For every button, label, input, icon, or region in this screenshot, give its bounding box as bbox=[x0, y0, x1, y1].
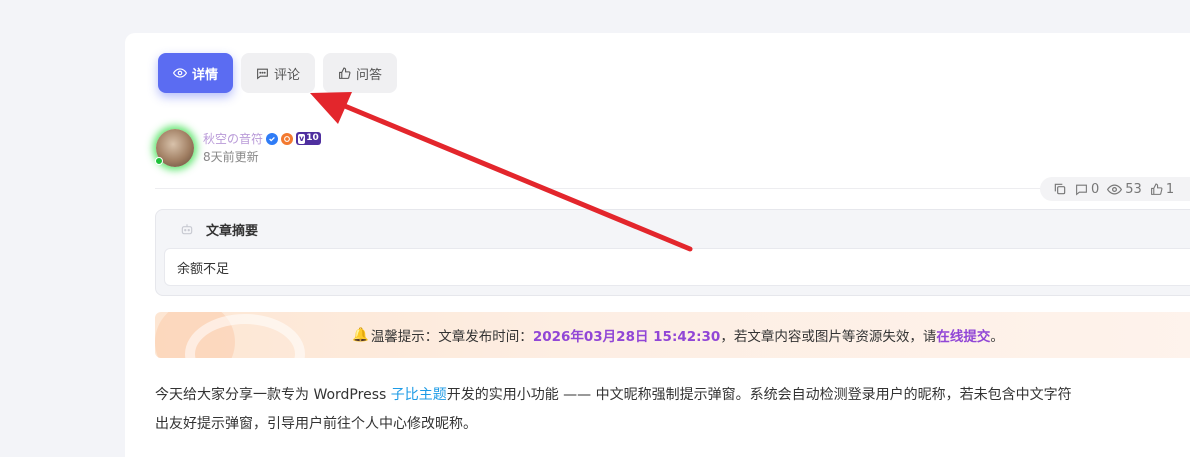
copy-stat[interactable] bbox=[1053, 182, 1067, 196]
notice-prefix: 温馨提示：文章发布时间： bbox=[370, 329, 533, 345]
view-count: 53 bbox=[1125, 181, 1142, 197]
comment-count-stat[interactable]: 0 bbox=[1075, 182, 1099, 197]
article-summary: 文章摘要 余额不足 bbox=[155, 209, 1190, 296]
verified-badge-icon bbox=[266, 132, 279, 145]
comment-icon bbox=[257, 68, 268, 80]
notice-suffix: 。 bbox=[990, 329, 1004, 345]
update-time: 8天前更新 bbox=[203, 150, 259, 164]
article-card: 详情 评论 问答 秋空の音符 v 10 8天前更新 0 53 1 文章摘要 余额… bbox=[125, 33, 1190, 457]
tab-comments-label: 评论 bbox=[274, 67, 301, 83]
notice-datetime: 2026年03月28日 15:42:30 bbox=[532, 329, 721, 345]
tab-details-label: 详情 bbox=[192, 67, 219, 83]
tab-details[interactable]: 详情 bbox=[158, 53, 234, 93]
copy-icon bbox=[1054, 183, 1066, 195]
author-name-row: 秋空の音符 v 10 bbox=[203, 131, 321, 146]
article-paragraph-line: 出友好提示弹窗，引导用户前往个人中心修改昵称。 bbox=[155, 416, 477, 432]
author-meta: 秋空の音符 v 10 8天前更新 bbox=[203, 131, 321, 165]
online-submit-link[interactable]: 在线提交 bbox=[936, 325, 990, 345]
tab-qa-label: 问答 bbox=[356, 67, 383, 83]
author-name[interactable]: 秋空の音符 bbox=[203, 130, 263, 147]
article-text: 开发的实用小功能 —— 中文昵称强制提示弹窗。系统会自动检测登录用户的昵称，若未… bbox=[446, 387, 1072, 403]
medal-badge-icon bbox=[281, 132, 294, 145]
comment-count: 0 bbox=[1091, 181, 1100, 197]
author-info: 秋空の音符 v 10 8天前更新 bbox=[155, 129, 321, 167]
article-text: 今天给大家分享一款专为 WordPress bbox=[155, 387, 391, 403]
zibll-theme-link[interactable]: 子比主题 bbox=[391, 387, 447, 403]
thumb-up-icon bbox=[1150, 183, 1163, 195]
like-count-stat[interactable]: 1 bbox=[1150, 182, 1174, 197]
online-status-dot bbox=[155, 157, 163, 165]
article-body: 今天给大家分享一款专为 WordPress 子比主题开发的实用小功能 —— 中文… bbox=[155, 381, 1190, 439]
level-badge: v 10 bbox=[296, 132, 321, 145]
eye-icon bbox=[173, 68, 187, 78]
summary-title: 文章摘要 bbox=[206, 223, 259, 239]
view-count-stat: 53 bbox=[1107, 182, 1142, 197]
comment-icon bbox=[1076, 184, 1087, 196]
bell-icon: 🔔 bbox=[352, 327, 369, 343]
notice-banner: 🔔 温馨提示：文章发布时间： 2026年03月28日 15:42:30 ，若文章… bbox=[155, 312, 1190, 358]
content-tabs: 详情 评论 问答 bbox=[158, 53, 398, 93]
eye-icon bbox=[1107, 183, 1123, 195]
level-badge-icon: v bbox=[298, 133, 306, 144]
post-stats: 0 53 1 bbox=[1040, 177, 1190, 201]
robot-icon bbox=[181, 224, 193, 235]
summary-content: 余额不足 bbox=[164, 248, 1190, 286]
level-number: 10 bbox=[306, 133, 319, 143]
tab-qa[interactable]: 问答 bbox=[323, 53, 398, 93]
like-count: 1 bbox=[1165, 181, 1175, 197]
notice-middle: ，若文章内容或图片等资源失效，请 bbox=[720, 329, 937, 345]
article-paragraph-line: 今天给大家分享一款专为 WordPress 子比主题开发的实用小功能 —— 中文… bbox=[155, 381, 1190, 410]
divider bbox=[155, 188, 1190, 189]
avatar[interactable] bbox=[155, 129, 194, 167]
tab-comments[interactable]: 评论 bbox=[241, 53, 316, 93]
summary-header: 文章摘要 bbox=[156, 210, 1190, 248]
thumb-up-icon bbox=[339, 67, 351, 79]
